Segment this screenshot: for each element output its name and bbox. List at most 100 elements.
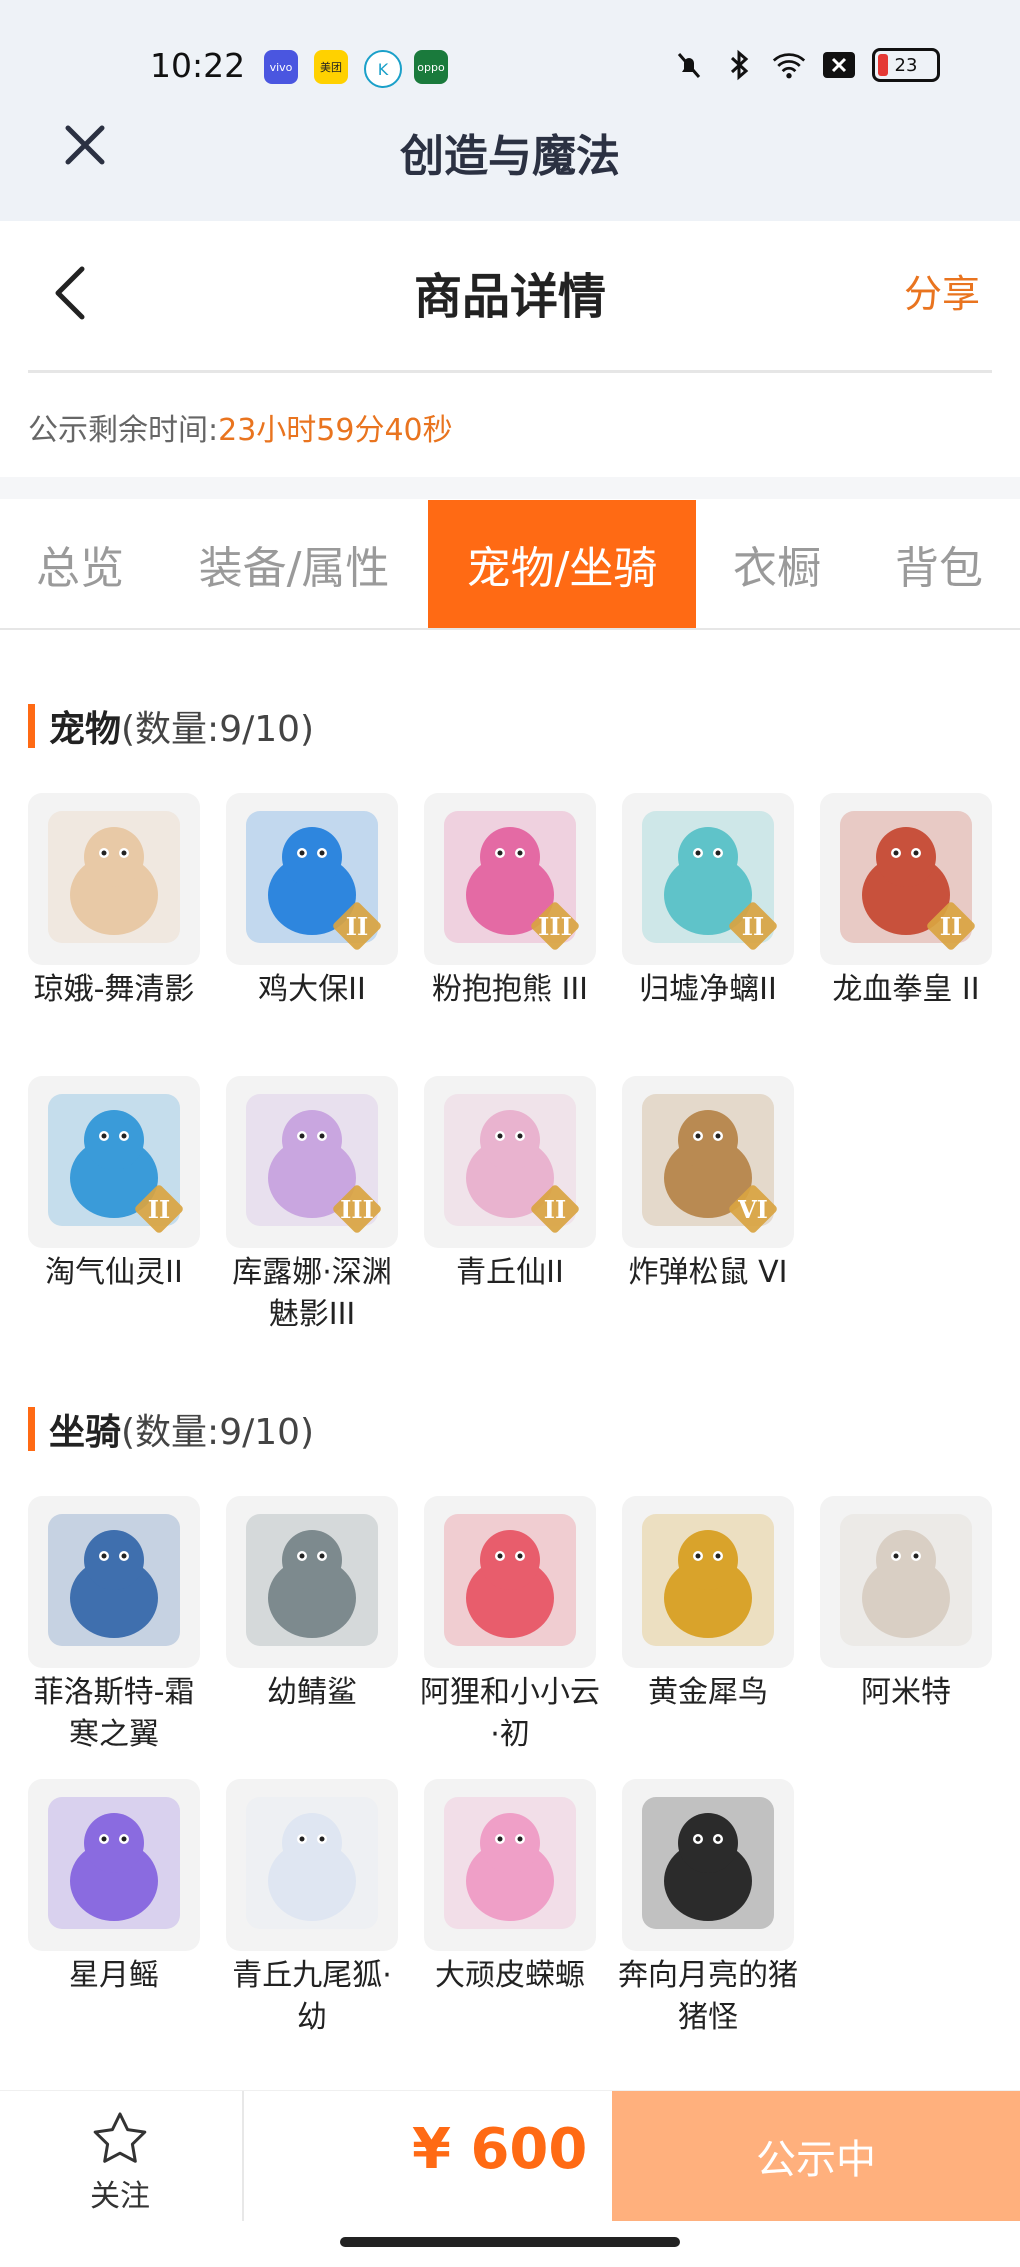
mount-card[interactable]: 幼鲭鲨 [226, 1496, 398, 1714]
item-name: 菲洛斯特-霜寒之翼 [33, 1675, 195, 1752]
section-name: 坐骑 [49, 1412, 122, 1453]
tab-backpack[interactable]: 背包 [858, 500, 1020, 628]
tier-badge: II [727, 900, 779, 952]
item-name: 青丘仙II [456, 1255, 564, 1290]
battery-icon: 23 [872, 48, 940, 82]
mount-card[interactable]: 黄金犀鸟 [622, 1496, 794, 1714]
mount-card[interactable]: 大顽皮蝾螈 [424, 1779, 596, 1997]
tab-pets-mounts[interactable]: 宠物/坐骑 [428, 500, 696, 628]
item-name: 奔向月亮的猪猪怪 [618, 1958, 798, 2035]
item-image [642, 1514, 774, 1646]
item-name: 炸弹松鼠 VI [628, 1255, 788, 1290]
follow-label: 关注 [90, 2179, 150, 2214]
item-thumbnail: III [424, 793, 596, 965]
item-thumbnail [28, 1779, 200, 1951]
item-thumbnail [622, 1496, 794, 1668]
tab-bar: 总览 装备/属性 宠物/坐骑 衣橱 背包 [0, 500, 1020, 628]
section-count: (数量:9/10) [121, 1412, 315, 1453]
item-thumbnail: II [28, 1076, 200, 1248]
home-indicator[interactable] [340, 2237, 680, 2247]
tier-badge: II [925, 900, 977, 952]
item-thumbnail [424, 1779, 596, 1951]
pet-card[interactable]: II 青丘仙II [424, 1076, 596, 1294]
tier-badge: III [529, 900, 581, 952]
item-name: 淘气仙灵II [45, 1255, 183, 1290]
tab-label: 背包 [895, 543, 983, 594]
timer-value: 23小时59分40秒 [218, 413, 453, 448]
share-button[interactable]: 分享 [904, 263, 980, 318]
item-thumbnail [226, 1779, 398, 1951]
item-thumbnail: II [424, 1076, 596, 1248]
section-count: (数量:9/10) [121, 709, 315, 750]
status-time: 10:22 [150, 46, 246, 85]
item-thumbnail: II [226, 793, 398, 965]
item-image [48, 811, 180, 943]
tier-label: II [939, 911, 963, 941]
pet-card[interactable]: 琼娥-舞清影 [28, 793, 200, 1011]
k-app-icon: K [364, 50, 402, 88]
tab-overview[interactable]: 总览 [0, 500, 160, 628]
item-thumbnail: II [820, 793, 992, 965]
star-icon [93, 2112, 147, 2163]
bottom-divider [242, 2091, 244, 2221]
item-name: 阿米特 [861, 1675, 951, 1710]
pet-card[interactable]: VI 炸弹松鼠 VI [622, 1076, 794, 1294]
tier-badge: VI [727, 1183, 779, 1235]
mount-card[interactable]: 奔向月亮的猪猪怪 [618, 1779, 798, 2039]
tier-label: II [741, 911, 765, 941]
mount-card[interactable]: 阿米特 [820, 1496, 992, 1714]
mute-bell-icon [672, 48, 706, 82]
bottom-action-bar: 关注 ¥ 600 公示中 [0, 2090, 1020, 2221]
section-gap [0, 477, 1020, 499]
pets-section-title: 宠物 (数量:9/10) [28, 700, 314, 752]
follow-button[interactable]: 关注 [60, 2111, 180, 2215]
tier-badge: II [331, 900, 383, 952]
pet-card[interactable]: III 粉抱抱熊 III [424, 793, 596, 1011]
item-name: 黄金犀鸟 [648, 1675, 768, 1710]
page-title: 商品详情 [413, 269, 606, 325]
item-name: 阿狸和小小云·初 [420, 1675, 600, 1752]
page-header: 商品详情 分享 [0, 221, 1020, 371]
item-image [840, 1514, 972, 1646]
mount-card[interactable]: 青丘九尾狐·幼 [226, 1779, 398, 2039]
tier-badge: II [529, 1183, 581, 1235]
item-thumbnail [820, 1496, 992, 1668]
tier-badge: II [133, 1183, 185, 1235]
tier-label: II [147, 1194, 171, 1224]
tab-wardrobe[interactable]: 衣橱 [696, 500, 858, 628]
price: ¥ 600 [412, 2117, 588, 2182]
mount-card[interactable]: 阿狸和小小云·初 [420, 1496, 600, 1756]
item-thumbnail: II [622, 793, 794, 965]
item-image [246, 1514, 378, 1646]
wifi-icon [772, 48, 806, 82]
mount-card[interactable]: 星月鳐 [28, 1779, 200, 1997]
tier-badge: III [331, 1183, 383, 1235]
item-image [642, 1797, 774, 1929]
vivo-app-icon: vivo [264, 50, 298, 84]
bluetooth-icon [722, 48, 756, 82]
pet-card[interactable]: II 淘气仙灵II [28, 1076, 200, 1294]
item-name: 幼鲭鲨 [267, 1675, 357, 1710]
item-image [444, 1797, 576, 1929]
item-image [246, 1797, 378, 1929]
section-name: 宠物 [49, 709, 122, 750]
tab-label: 装备/属性 [198, 543, 390, 594]
mount-card[interactable]: 菲洛斯特-霜寒之翼 [28, 1496, 200, 1756]
pet-card[interactable]: II 鸡大保II [226, 793, 398, 1011]
pet-card[interactable]: III 库露娜·深渊魅影III [226, 1076, 398, 1336]
tab-equipment[interactable]: 装备/属性 [160, 500, 428, 628]
status-button[interactable]: 公示中 [612, 2091, 1020, 2221]
header-divider [28, 370, 992, 373]
app-header: 10:22 vivo 美团 K oppo 23 创造与魔法 [0, 0, 1020, 221]
tab-label: 衣橱 [733, 543, 821, 594]
meituan-app-icon: 美团 [314, 50, 348, 84]
countdown-timer: 公示剩余时间:23小时59分40秒 [28, 405, 453, 449]
pet-card[interactable]: II 龙血拳皇 II [820, 793, 992, 1011]
item-image [48, 1797, 180, 1929]
pet-card[interactable]: II 归墟净螭II [622, 793, 794, 1011]
oppo-app-icon: oppo [414, 50, 448, 84]
item-thumbnail [28, 1496, 200, 1668]
tab-label: 宠物/坐骑 [466, 543, 658, 594]
battery-level: 23 [894, 54, 918, 76]
mounts-section-title: 坐骑 (数量:9/10) [28, 1403, 314, 1455]
